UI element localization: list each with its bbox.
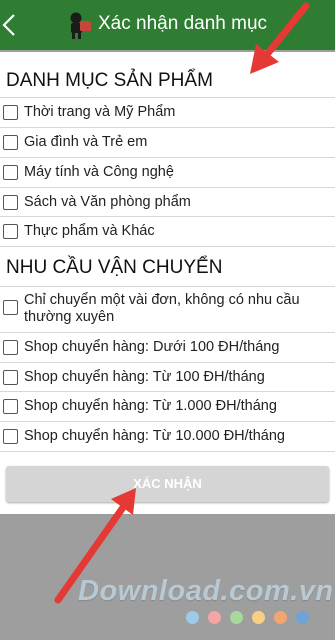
- delivery-mascot-icon: [70, 12, 91, 39]
- checkbox[interactable]: [3, 370, 18, 385]
- section-title-shipping-needs: NHU CẦU VẬN CHUYỂN: [6, 257, 223, 278]
- checkbox-label: Shop chuyển hàng: Từ 10.000 ĐH/tháng: [24, 428, 285, 444]
- list-item[interactable]: Máy tính và Công nghệ: [0, 158, 335, 187]
- checkbox-label: Thời trang và Mỹ Phẩm: [24, 104, 176, 120]
- list-item[interactable]: Thời trang và Mỹ Phẩm: [0, 98, 335, 127]
- section-title-product-categories: DANH MỤC SẢN PHẨM: [6, 70, 213, 91]
- checkbox[interactable]: [3, 340, 18, 355]
- checkbox[interactable]: [3, 195, 18, 210]
- list-item[interactable]: Shop chuyển hàng: Từ 10.000 ĐH/tháng: [0, 422, 335, 451]
- watermark-dots: [186, 611, 318, 629]
- checkbox[interactable]: [3, 165, 18, 180]
- list-item[interactable]: Shop chuyển hàng: Từ 100 ĐH/tháng: [0, 363, 335, 392]
- watermark-dot: [274, 611, 287, 624]
- list-item[interactable]: Shop chuyển hàng: Từ 1.000 ĐH/tháng: [0, 392, 335, 421]
- checkbox-label: Máy tính và Công nghệ: [24, 164, 174, 180]
- category-form: DANH MỤC SẢN PHẨM Thời trang và Mỹ Phẩm …: [0, 52, 335, 514]
- watermark-dot: [186, 611, 199, 624]
- checkbox-label: Chỉ chuyển một vài đơn, không có nhu cầu…: [24, 292, 300, 325]
- divider: [0, 451, 335, 452]
- checkbox[interactable]: [3, 105, 18, 120]
- list-item[interactable]: Gia đình và Trẻ em: [0, 128, 335, 157]
- list-item[interactable]: Sách và Văn phòng phẩm: [0, 188, 335, 217]
- checkbox[interactable]: [3, 429, 18, 444]
- checkbox[interactable]: [3, 224, 18, 239]
- list-item[interactable]: Thực phẩm và Khác: [0, 217, 335, 246]
- checkbox[interactable]: [3, 300, 18, 315]
- checkbox-label: Shop chuyển hàng: Từ 1.000 ĐH/tháng: [24, 398, 277, 414]
- page-title: Xác nhận danh mục: [98, 13, 268, 34]
- divider: [0, 246, 335, 247]
- list-item[interactable]: Chỉ chuyển một vài đơn, không có nhu cầu…: [0, 287, 335, 332]
- checkbox-label: Shop chuyển hàng: Từ 100 ĐH/tháng: [24, 369, 265, 385]
- watermark-text: Download.com.vn: [78, 575, 334, 607]
- back-arrow-icon[interactable]: [0, 12, 24, 38]
- checkbox-label: Shop chuyển hàng: Dưới 100 ĐH/tháng: [24, 339, 280, 355]
- checkbox-label: Gia đình và Trẻ em: [24, 134, 148, 150]
- confirm-button[interactable]: XÁC NHẬN: [6, 466, 329, 502]
- list-item[interactable]: Shop chuyển hàng: Dưới 100 ĐH/tháng: [0, 333, 335, 362]
- checkbox-label: Sách và Văn phòng phẩm: [24, 194, 191, 210]
- watermark-dot: [208, 611, 221, 624]
- watermark-dot: [252, 611, 265, 624]
- checkbox[interactable]: [3, 135, 18, 150]
- watermark-dot: [296, 611, 309, 624]
- checkbox[interactable]: [3, 399, 18, 414]
- watermark-dot: [230, 611, 243, 624]
- checkbox-label: Thực phẩm và Khác: [24, 223, 155, 239]
- app-header: Xác nhận danh mục: [0, 0, 335, 50]
